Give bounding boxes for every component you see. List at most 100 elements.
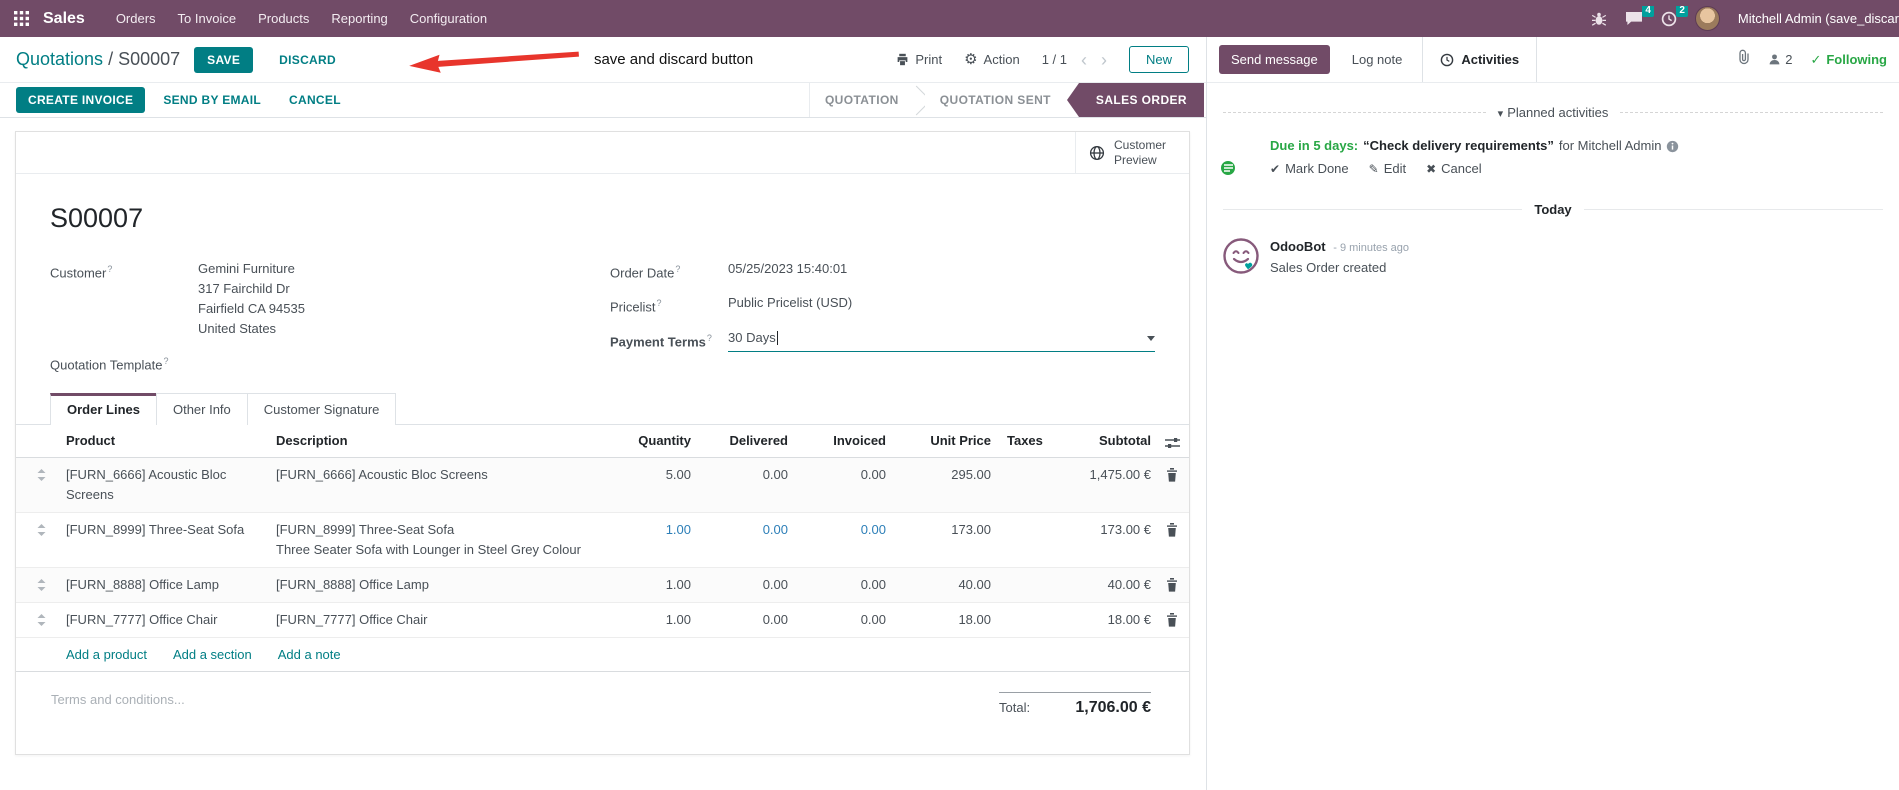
divider-line: [1583, 209, 1884, 210]
cell-product[interactable]: [FURN_8888] Office Lamp: [66, 575, 276, 595]
discard-button[interactable]: DISCARD: [273, 52, 342, 68]
add-product-link[interactable]: Add a product: [66, 647, 147, 662]
menu-to-invoice[interactable]: To Invoice: [167, 11, 248, 26]
menu-reporting[interactable]: Reporting: [320, 11, 398, 26]
payment-terms-field[interactable]: 30 Days: [728, 328, 1155, 352]
cell-delivered[interactable]: 0.00: [691, 465, 788, 485]
header-delivered: Delivered: [729, 433, 788, 449]
delete-row-icon[interactable]: [1151, 575, 1193, 592]
menu-configuration[interactable]: Configuration: [399, 11, 498, 26]
delete-row-icon[interactable]: [1151, 610, 1193, 627]
annotation-arrow-icon: [409, 51, 579, 73]
header-quantity: Quantity: [638, 433, 691, 449]
customer-link[interactable]: Gemini Furniture: [198, 259, 305, 279]
tab-customer-signature[interactable]: Customer Signature: [246, 393, 397, 426]
message-author[interactable]: OdooBot: [1270, 239, 1326, 254]
activity-type-badge-icon: [1219, 159, 1237, 177]
cell-product[interactable]: [FURN_8999] Three-Seat Sofa: [66, 520, 276, 540]
delete-row-icon[interactable]: [1151, 520, 1193, 537]
cancel-button[interactable]: CANCEL: [279, 87, 351, 113]
drag-handle-icon[interactable]: [16, 520, 66, 537]
save-button[interactable]: SAVE: [194, 46, 254, 73]
header-subtotal: Subtotal: [1099, 433, 1151, 449]
statusbar-separator-icon: [914, 83, 925, 117]
table-row: [FURN_6666] Acoustic Bloc Screens [FURN_…: [16, 458, 1189, 514]
dropdown-caret-icon[interactable]: [1147, 335, 1155, 341]
add-note-link[interactable]: Add a note: [278, 647, 341, 662]
statusbar-step-quotation[interactable]: QUOTATION: [810, 83, 914, 117]
cell-unit-price[interactable]: 18.00: [886, 610, 991, 630]
top-navbar: Sales Orders To Invoice Products Reporti…: [0, 0, 1899, 37]
cell-invoiced[interactable]: 0.00: [788, 520, 886, 540]
statusbar-step-quotation-sent[interactable]: QUOTATION SENT: [925, 83, 1066, 117]
drag-handle-icon[interactable]: [16, 610, 66, 627]
mark-done-button[interactable]: ✔ Mark Done: [1270, 161, 1349, 176]
address-country: United States: [198, 321, 277, 336]
cell-delivered[interactable]: 0.00: [691, 610, 788, 630]
breadcrumb: Quotations / S00007: [16, 49, 180, 70]
total-box: Total: 1,706.00 €: [999, 692, 1151, 717]
cell-product[interactable]: [FURN_6666] Acoustic Bloc Screens: [66, 465, 276, 505]
cell-quantity[interactable]: 1.00: [606, 575, 691, 595]
followers-button[interactable]: 2: [1768, 52, 1792, 67]
activity-due: Due in 5 days:: [1270, 138, 1359, 153]
action-button[interactable]: ⚙ Action: [964, 52, 1020, 67]
cell-product[interactable]: [FURN_7777] Office Chair: [66, 610, 276, 630]
cell-quantity[interactable]: 1.00: [606, 520, 691, 540]
menu-products[interactable]: Products: [247, 11, 320, 26]
add-section-link[interactable]: Add a section: [173, 647, 252, 662]
tab-other-info[interactable]: Other Info: [155, 393, 248, 426]
cell-unit-price[interactable]: 173.00: [886, 520, 991, 540]
pager-previous-icon[interactable]: ‹: [1081, 51, 1087, 69]
cancel-activity-button[interactable]: ✖ Cancel: [1426, 161, 1482, 176]
quotation-template-label: Quotation Template?: [50, 356, 169, 373]
debug-bug-icon[interactable]: [1591, 12, 1607, 26]
activities-clock-icon[interactable]: 2: [1661, 6, 1688, 27]
pricelist-field[interactable]: Public Pricelist (USD): [728, 293, 852, 317]
cell-quantity[interactable]: 1.00: [606, 610, 691, 630]
delete-row-icon[interactable]: [1151, 465, 1193, 482]
cell-invoiced[interactable]: 0.00: [788, 610, 886, 630]
create-invoice-button[interactable]: CREATE INVOICE: [16, 87, 146, 113]
user-avatar[interactable]: [1694, 6, 1720, 31]
total-label: Total:: [999, 700, 1031, 716]
user-menu[interactable]: Mitchell Admin (save_discar: [1738, 11, 1899, 26]
cell-invoiced[interactable]: 0.00: [788, 465, 886, 485]
planned-activities-header[interactable]: ▾ Planned activities: [1223, 105, 1884, 120]
terms-placeholder[interactable]: Terms and conditions...: [51, 692, 185, 717]
following-button[interactable]: ✓ Following: [1810, 52, 1887, 68]
cell-subtotal: 173.00 €: [1100, 522, 1151, 538]
order-date-field[interactable]: 05/25/2023 15:40:01: [728, 259, 847, 283]
send-message-button[interactable]: Send message: [1219, 45, 1330, 74]
statusbar-step-sales-order[interactable]: SALES ORDER: [1066, 83, 1204, 117]
menu-orders[interactable]: Orders: [105, 11, 167, 26]
log-note-button[interactable]: Log note: [1352, 52, 1403, 67]
apps-grid-icon[interactable]: [10, 11, 33, 26]
cell-unit-price[interactable]: 40.00: [886, 575, 991, 595]
app-name[interactable]: Sales: [43, 10, 85, 28]
cell-quantity[interactable]: 5.00: [606, 465, 691, 485]
customer-preview-button[interactable]: Customer Preview: [1075, 132, 1189, 173]
tab-order-lines[interactable]: Order Lines: [50, 393, 157, 426]
cell-description[interactable]: [FURN_6666] Acoustic Bloc Screens: [276, 465, 606, 485]
messages-icon[interactable]: 4: [1625, 6, 1654, 26]
drag-handle-icon[interactable]: [16, 575, 66, 592]
cell-invoiced[interactable]: 0.00: [788, 575, 886, 595]
cell-description[interactable]: [FURN_8999] Three-Seat Sofa Three Seater …: [276, 520, 606, 560]
optional-columns-icon[interactable]: [1151, 434, 1193, 449]
info-icon[interactable]: [1666, 140, 1679, 153]
pager-next-icon[interactable]: ›: [1101, 51, 1107, 69]
new-button[interactable]: New: [1128, 46, 1189, 73]
print-button[interactable]: Print: [896, 52, 942, 67]
cell-unit-price[interactable]: 295.00: [886, 465, 991, 485]
activities-tab[interactable]: Activities: [1422, 37, 1538, 82]
cell-description[interactable]: [FURN_7777] Office Chair: [276, 610, 606, 630]
attachments-button[interactable]: [1737, 49, 1750, 70]
drag-handle-icon[interactable]: [16, 465, 66, 482]
cell-description[interactable]: [FURN_8888] Office Lamp: [276, 575, 606, 595]
send-by-email-button[interactable]: SEND BY EMAIL: [153, 87, 271, 113]
cell-delivered[interactable]: 0.00: [691, 520, 788, 540]
cell-delivered[interactable]: 0.00: [691, 575, 788, 595]
breadcrumb-quotations-link[interactable]: Quotations: [16, 49, 103, 69]
edit-activity-button[interactable]: ✎ Edit: [1369, 161, 1406, 176]
